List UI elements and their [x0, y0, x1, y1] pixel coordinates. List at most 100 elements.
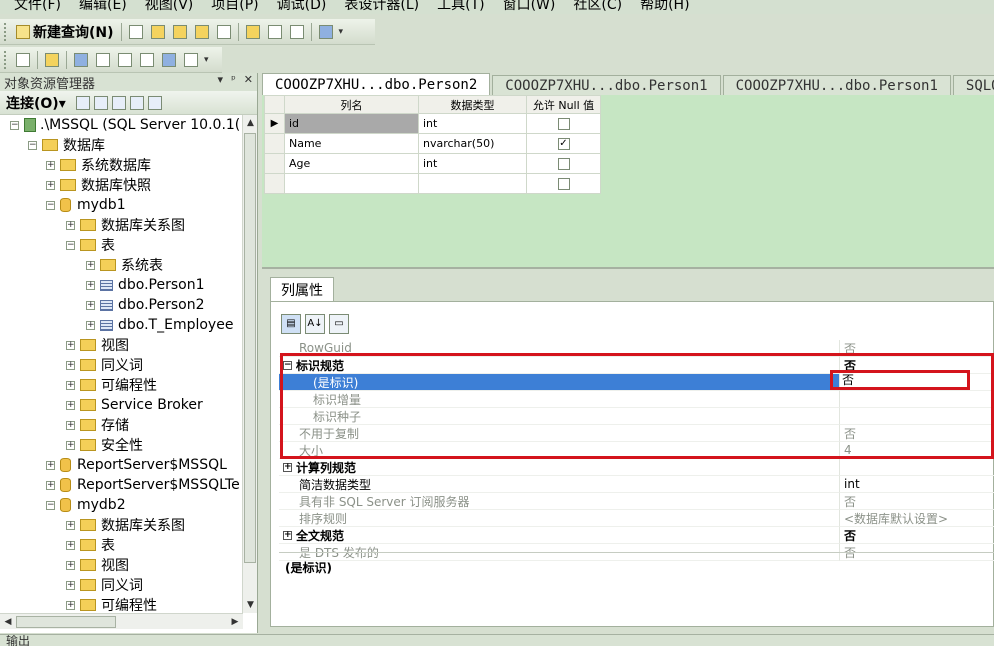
expand-icon[interactable]: + [46, 480, 55, 490]
expand-icon[interactable]: + [46, 160, 55, 170]
scroll-down-icon[interactable]: ▼ [243, 597, 258, 613]
set-primary-key-button[interactable] [42, 50, 62, 70]
collapse-icon[interactable]: − [46, 500, 55, 510]
data-type-cell[interactable] [418, 173, 527, 194]
menu-item[interactable]: 表设计器(L) [344, 0, 429, 14]
property-value[interactable]: 否 [839, 493, 994, 510]
menu-item[interactable]: 社区(C) [573, 0, 632, 14]
collapse-icon[interactable]: − [10, 120, 19, 130]
tree-node[interactable]: + dbo.T_Employee [86, 315, 233, 335]
tree-node[interactable]: + dbo.Person2 [86, 295, 205, 315]
expand-icon[interactable]: + [66, 420, 75, 430]
expand-icon[interactable]: + [66, 360, 75, 370]
activity-monitor-button[interactable] [316, 22, 336, 42]
tree-node[interactable]: + 数据库关系图 [66, 515, 185, 535]
allow-nulls-checkbox[interactable] [557, 178, 570, 190]
dmx-query-button[interactable] [192, 22, 212, 42]
generate-script-button[interactable] [13, 50, 33, 70]
property-row[interactable]: 标识种子 [279, 408, 994, 425]
table-row[interactable]: ▶ id int [264, 113, 601, 134]
menu-item[interactable]: 调试(D) [277, 0, 337, 14]
property-row[interactable]: 不用于复制 否 [279, 425, 994, 442]
tree-node[interactable]: + Service Broker [66, 395, 203, 415]
new-file-button[interactable] [126, 22, 146, 42]
data-type-cell[interactable]: int [418, 113, 527, 134]
save-button[interactable] [265, 22, 285, 42]
menu-item[interactable]: 文件(F) [14, 0, 71, 14]
tree-horizontal-scrollbar[interactable]: ◀ ▶ [0, 613, 243, 629]
property-value[interactable]: 否 [839, 340, 994, 357]
categorized-button[interactable]: ▤ [281, 314, 301, 334]
scroll-left-icon[interactable]: ◀ [0, 614, 16, 630]
analysis-query-button[interactable] [170, 22, 190, 42]
connect-button[interactable]: 连接(O)▾ [6, 93, 66, 113]
tree-node[interactable]: − mydb1 [46, 195, 126, 215]
property-row[interactable]: 大小 4 [279, 442, 994, 459]
row-selector[interactable] [264, 153, 285, 174]
tree-node[interactable]: + 视图 [66, 555, 129, 575]
data-type-cell[interactable]: nvarchar(50) [418, 133, 527, 154]
data-type-cell[interactable]: int [418, 153, 527, 174]
tree-node[interactable]: + dbo.Person1 [86, 275, 205, 295]
tree-node[interactable]: + 数据库关系图 [66, 215, 185, 235]
allow-nulls-checkbox[interactable]: ✓ [557, 138, 570, 150]
tree-node[interactable]: + 同义词 [66, 575, 143, 595]
expand-icon[interactable]: + [46, 180, 55, 190]
menu-item[interactable]: 视图(V) [145, 0, 204, 14]
scroll-right-icon[interactable]: ▶ [227, 614, 243, 630]
expand-icon[interactable]: + [86, 280, 95, 290]
close-icon[interactable]: ✕ [244, 73, 253, 86]
expand-icon[interactable]: + [66, 540, 75, 550]
tree-node[interactable]: + 系统表 [86, 255, 163, 275]
tree-node[interactable]: + 可编程性 [66, 375, 157, 395]
filter-icon[interactable] [129, 95, 144, 110]
table-row[interactable]: Name nvarchar(50) ✓ [264, 133, 601, 154]
collapse-icon[interactable]: − [283, 360, 292, 370]
tree-node[interactable]: + 表 [66, 535, 115, 555]
row-selector[interactable]: ▶ [264, 113, 285, 134]
expand-icon[interactable]: + [66, 600, 75, 610]
expand-icon[interactable]: + [283, 530, 292, 540]
property-value[interactable]: 否 [839, 527, 994, 544]
row-selector[interactable] [264, 173, 285, 194]
is-identity-value-editor[interactable]: 否 [840, 372, 966, 388]
property-value[interactable]: 4 [839, 442, 994, 459]
alphabetical-button[interactable]: A↓ [305, 314, 325, 334]
expand-icon[interactable]: + [86, 320, 95, 330]
column-name-cell[interactable]: Name [284, 133, 419, 154]
property-value[interactable] [839, 459, 994, 476]
toolbar-overflow-icon[interactable]: ▾ [204, 55, 209, 65]
column-name-cell[interactable] [284, 173, 419, 194]
pin-icon[interactable]: ᵖ [231, 73, 236, 86]
expand-icon[interactable]: + [46, 460, 55, 470]
allow-nulls-checkbox[interactable] [557, 158, 570, 170]
scrollbar-thumb[interactable] [16, 616, 116, 628]
stop-icon[interactable] [111, 95, 126, 110]
property-row[interactable]: 简洁数据类型 int [279, 476, 994, 493]
property-row[interactable]: + 计算列规范 [279, 459, 994, 476]
refresh-icon[interactable] [147, 95, 162, 110]
fulltext-index-button[interactable] [137, 50, 157, 70]
xmla-query-button[interactable] [214, 22, 234, 42]
document-tab[interactable]: COOOZP7XHU...dbo.Person1 [722, 75, 951, 95]
property-value[interactable]: int [839, 476, 994, 493]
row-selector[interactable] [264, 133, 285, 154]
open-file-button[interactable] [243, 22, 263, 42]
output-pane-header[interactable]: 输出 [0, 634, 994, 646]
tree-node[interactable]: + 数据库快照 [46, 175, 151, 195]
connect-icon[interactable] [75, 95, 90, 110]
document-tab[interactable]: SQLQuery1 [952, 75, 994, 95]
tree-node[interactable]: − mydb2 [46, 495, 126, 515]
column-name-cell[interactable]: Age [284, 153, 419, 174]
expand-icon[interactable]: + [66, 580, 75, 590]
property-row[interactable]: 标识增量 [279, 391, 994, 408]
toolbar-grip[interactable] [4, 22, 8, 41]
tree-node[interactable]: − 数据库 [28, 135, 105, 155]
property-row[interactable]: RowGuid 否 [279, 340, 994, 357]
menu-item[interactable]: 窗口(W) [503, 0, 566, 14]
property-row[interactable]: + 全文规范 否 [279, 527, 994, 544]
relationships-button[interactable] [71, 50, 91, 70]
tree-node[interactable]: + 视图 [66, 335, 129, 355]
menu-item[interactable]: 帮助(H) [640, 0, 699, 14]
tree-node[interactable]: − .\MSSQL (SQL Server 10.0.1( [10, 115, 240, 135]
